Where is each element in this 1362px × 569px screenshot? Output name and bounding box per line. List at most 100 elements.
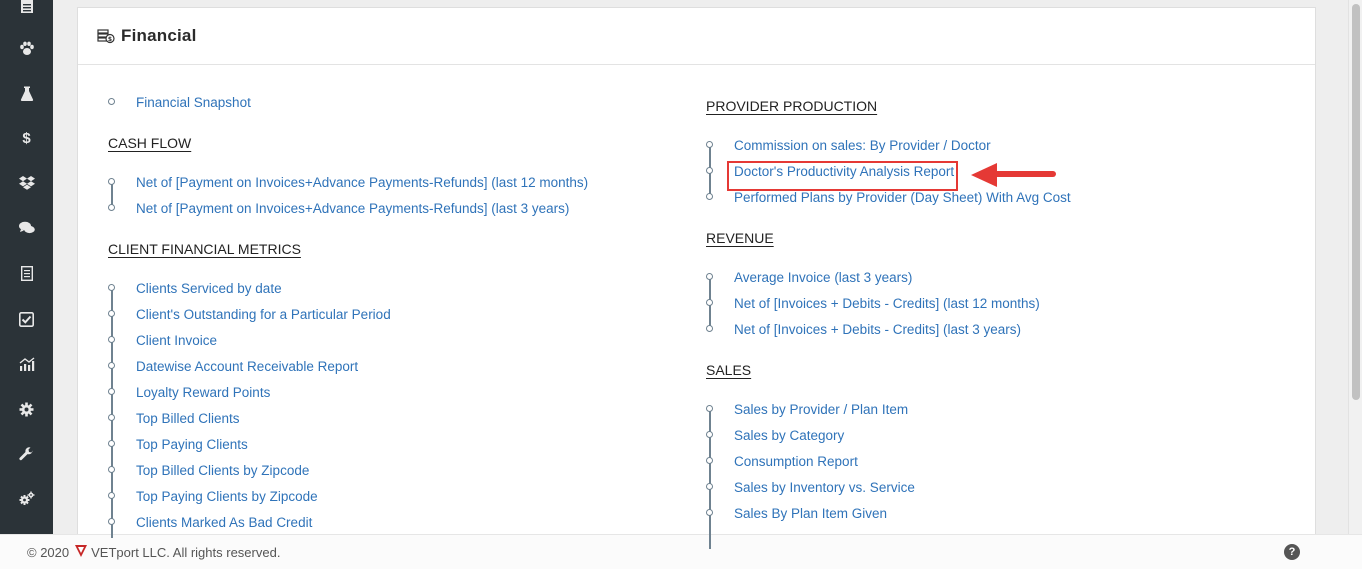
panel-header: $ Financial (78, 8, 1315, 65)
bullet-dot (706, 141, 713, 148)
highlight-box (727, 161, 958, 191)
provider-link-1[interactable]: Commission on sales: By Provider / Docto… (734, 138, 991, 153)
gear-icon[interactable] (0, 397, 53, 421)
revenue-list: Average Invoice (last 3 years) Net of [I… (706, 264, 1040, 342)
list-item: Sales by Inventory vs. Service (706, 474, 915, 500)
revenue-link-3[interactable]: Net of [Invoices + Debits - Credits] (la… (734, 322, 1021, 337)
bullet-dot (706, 273, 713, 280)
footer: © 2020 VETport LLC. All rights reserved.… (0, 534, 1362, 569)
sidebar: $ (0, 0, 53, 534)
client-metrics-link-2[interactable]: Client's Outstanding for a Particular Pe… (136, 307, 391, 322)
sales-link-3[interactable]: Consumption Report (734, 454, 858, 469)
client-metrics-link-4[interactable]: Datewise Account Receivable Report (136, 359, 358, 374)
provider-production-heading: PROVIDER PRODUCTION (706, 98, 878, 114)
list-item: Client Invoice (108, 327, 391, 353)
bullet-dot (706, 167, 713, 174)
bullet-dot (706, 405, 713, 412)
list-item: Sales by Category (706, 422, 915, 448)
provider-link-3[interactable]: Performed Plans by Provider (Day Sheet) … (734, 190, 1071, 205)
bullet-dot (108, 518, 115, 525)
scrollbar-thumb[interactable] (1352, 4, 1360, 400)
cash-flow-list: Net of [Payment on Invoices+Advance Paym… (108, 169, 588, 221)
list-item: Sales by Provider / Plan Item (706, 396, 915, 422)
revenue-link-2[interactable]: Net of [Invoices + Debits - Credits] (la… (734, 296, 1040, 311)
client-metrics-link-5[interactable]: Loyalty Reward Points (136, 385, 270, 400)
calendar-icon[interactable] (0, 0, 53, 18)
client-metrics-heading: CLIENT FINANCIAL METRICS (108, 241, 301, 257)
sales-link-4[interactable]: Sales by Inventory vs. Service (734, 480, 915, 495)
help-icon[interactable]: ? (1284, 544, 1300, 560)
list-item: Sales By Plan Item Given (706, 500, 915, 526)
bullet-dot (706, 325, 713, 332)
list-item: Clients Serviced by date (108, 275, 391, 301)
list-item: Net of [Payment on Invoices+Advance Paym… (108, 169, 588, 195)
bullet-dot (108, 204, 115, 211)
list-item: Top Paying Clients (108, 431, 391, 457)
bullet-dot (706, 457, 713, 464)
svg-text:$: $ (108, 36, 112, 43)
sales-link-5[interactable]: Sales By Plan Item Given (734, 506, 887, 521)
bullet-dot (706, 299, 713, 306)
list-item: Client's Outstanding for a Particular Pe… (108, 301, 391, 327)
cash-flow-link-1[interactable]: Net of [Payment on Invoices+Advance Paym… (136, 175, 588, 190)
list-item: Net of [Payment on Invoices+Advance Paym… (108, 195, 588, 221)
client-metrics-link-8[interactable]: Top Billed Clients by Zipcode (136, 463, 309, 478)
copyright-text: VETport LLC. All rights reserved. (91, 544, 281, 560)
financial-panel: $ Financial Financial Snapshot CASH FLOW… (77, 7, 1316, 549)
snapshot-list: Financial Snapshot (108, 89, 251, 115)
flask-icon[interactable] (0, 81, 53, 105)
bullet-dot (108, 492, 115, 499)
list-item: Financial Snapshot (108, 89, 251, 115)
list-item: Top Billed Clients by Zipcode (108, 457, 391, 483)
client-metrics-link-10[interactable]: Clients Marked As Bad Credit (136, 515, 312, 530)
client-metrics-list: Clients Serviced by date Client's Outsta… (108, 275, 391, 538)
cash-flow-heading: CASH FLOW (108, 135, 192, 151)
revenue-link-1[interactable]: Average Invoice (last 3 years) (734, 270, 912, 285)
bullet-dot (108, 466, 115, 473)
client-metrics-link-9[interactable]: Top Paying Clients by Zipcode (136, 489, 318, 504)
list-item: Clients Marked As Bad Credit (108, 509, 391, 535)
financial-snapshot-link[interactable]: Financial Snapshot (136, 95, 251, 110)
sales-link-1[interactable]: Sales by Provider / Plan Item (734, 402, 908, 417)
money-icon: $ (97, 28, 115, 44)
copyright-year: © 2020 (27, 544, 70, 560)
bullet-dot (706, 509, 713, 516)
timeline-line (709, 409, 711, 549)
cash-flow-link-2[interactable]: Net of [Payment on Invoices+Advance Paym… (136, 201, 569, 216)
bullet-dot (706, 431, 713, 438)
sales-heading: SALES (706, 362, 752, 378)
list-item: Top Paying Clients by Zipcode (108, 483, 391, 509)
bullet-dot (108, 440, 115, 447)
client-metrics-link-3[interactable]: Client Invoice (136, 333, 217, 348)
list-item: Loyalty Reward Points (108, 379, 391, 405)
comments-icon[interactable] (0, 216, 53, 240)
bullet-dot (108, 414, 115, 421)
client-metrics-link-7[interactable]: Top Paying Clients (136, 437, 248, 452)
bullet-dot (706, 483, 713, 490)
client-metrics-link-6[interactable]: Top Billed Clients (136, 411, 240, 426)
checkbox-icon[interactable] (0, 307, 53, 331)
bullet-dot (108, 310, 115, 317)
timeline-line (111, 288, 113, 538)
list-item: Commission on sales: By Provider / Docto… (706, 132, 1071, 158)
list-item: Consumption Report (706, 448, 915, 474)
bullet-dot (108, 388, 115, 395)
revenue-heading: REVENUE (706, 230, 774, 246)
list-item: Top Billed Clients (108, 405, 391, 431)
dollar-icon[interactable]: $ (0, 126, 53, 150)
cogs-icon[interactable] (0, 486, 53, 510)
list-item: Net of [Invoices + Debits - Credits] (la… (706, 290, 1040, 316)
annotation-arrow-icon (971, 163, 1056, 187)
scrollbar[interactable] (1348, 0, 1362, 534)
list-item: Average Invoice (last 3 years) (706, 264, 1040, 290)
chart-icon[interactable] (0, 352, 53, 376)
sales-list: Sales by Provider / Plan Item Sales by C… (706, 396, 915, 549)
vetport-logo-icon (75, 544, 88, 560)
paw-icon[interactable] (0, 36, 53, 60)
receipt-icon[interactable] (0, 261, 53, 285)
wrench-icon[interactable] (0, 442, 53, 466)
bullet-dot (108, 362, 115, 369)
dropbox-icon[interactable] (0, 171, 53, 195)
sales-link-2[interactable]: Sales by Category (734, 428, 844, 443)
client-metrics-link-1[interactable]: Clients Serviced by date (136, 281, 282, 296)
